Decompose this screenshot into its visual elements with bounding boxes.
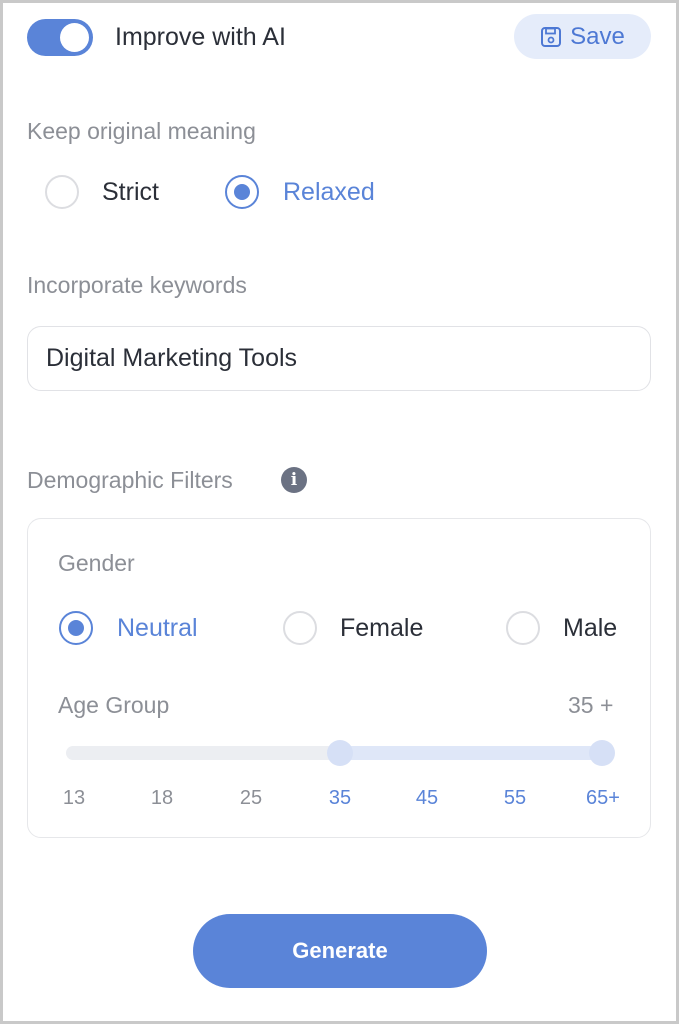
radio-male-label[interactable]: Male — [563, 613, 617, 643]
age-tick: 25 — [239, 787, 263, 809]
keywords-input[interactable] — [27, 326, 651, 391]
age-tick: 35 — [328, 787, 352, 809]
age-slider-max-thumb[interactable] — [589, 740, 615, 766]
age-slider-min-thumb[interactable] — [327, 740, 353, 766]
age-tick: 18 — [150, 787, 174, 809]
improve-ai-label: Improve with AI — [115, 23, 286, 51]
demographics-label: Demographic Filters — [27, 467, 233, 493]
radio-male[interactable] — [506, 611, 540, 645]
save-button[interactable]: Save — [514, 14, 651, 59]
radio-strict[interactable] — [45, 175, 79, 209]
meaning-label: Keep original meaning — [27, 118, 256, 144]
info-icon[interactable]: i — [281, 467, 307, 493]
radio-strict-label[interactable]: Strict — [102, 177, 159, 207]
age-tick: 65+ — [586, 787, 620, 809]
age-tick: 45 — [415, 787, 439, 809]
improve-ai-toggle[interactable] — [27, 19, 93, 56]
generate-button[interactable]: Generate — [193, 914, 487, 988]
radio-neutral[interactable] — [59, 611, 93, 645]
radio-neutral-label[interactable]: Neutral — [117, 613, 198, 643]
save-label: Save — [570, 22, 625, 50]
gender-label: Gender — [58, 550, 135, 576]
radio-female[interactable] — [283, 611, 317, 645]
radio-relaxed-label[interactable]: Relaxed — [283, 177, 375, 207]
age-group-label: Age Group — [58, 692, 170, 718]
radio-relaxed[interactable] — [225, 175, 259, 209]
age-slider-range — [340, 746, 602, 760]
panel — [0, 0, 679, 1024]
age-tick: 55 — [503, 787, 527, 809]
age-value: 35 + — [568, 692, 614, 718]
floppy-disk-icon — [540, 26, 562, 48]
age-tick: 13 — [62, 787, 86, 809]
toggle-knob — [60, 23, 89, 52]
radio-female-label[interactable]: Female — [340, 613, 423, 643]
keywords-label: Incorporate keywords — [27, 272, 247, 298]
